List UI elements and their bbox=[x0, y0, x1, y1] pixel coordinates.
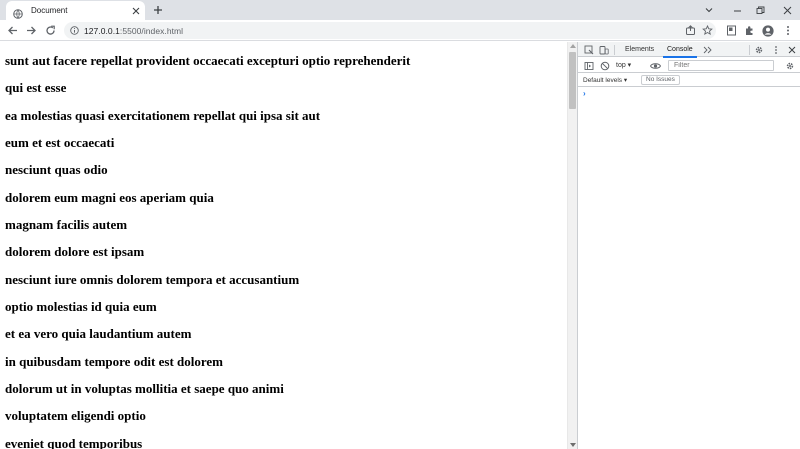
issues-button[interactable]: No Issues bbox=[641, 75, 680, 85]
console-toolbar: top ▾ bbox=[578, 58, 800, 73]
scrollbar-thumb[interactable] bbox=[569, 52, 576, 109]
tab-divider bbox=[749, 45, 750, 55]
console-filter-input[interactable] bbox=[668, 60, 774, 71]
url-host: 127.0.0.1 bbox=[84, 25, 120, 36]
bookmark-star-icon[interactable] bbox=[701, 24, 714, 37]
post-title-heading: et ea vero quia laudantium autem bbox=[5, 326, 192, 342]
settings-gear-icon[interactable] bbox=[753, 44, 764, 55]
heading-list: sunt aut facere repellat provident occae… bbox=[0, 42, 567, 449]
tab-strip: Document bbox=[0, 0, 800, 20]
post-title-heading: nesciunt quas odio bbox=[5, 162, 108, 178]
devtools-menu-icon[interactable] bbox=[770, 44, 781, 55]
close-devtools-icon[interactable] bbox=[786, 44, 797, 55]
tab-divider bbox=[614, 45, 615, 55]
devtools-tab-bar: Elements Console bbox=[578, 42, 800, 58]
log-levels-dropdown[interactable]: Default levels ▾ bbox=[583, 75, 627, 86]
console-settings-gear-icon[interactable] bbox=[784, 60, 795, 71]
tab-search-icon[interactable] bbox=[702, 3, 716, 17]
console-prompt[interactable]: › bbox=[583, 89, 586, 98]
post-title-heading: eveniet quod temporibus bbox=[5, 435, 143, 449]
post-title-heading: nesciunt iure omnis dolorem tempora et a… bbox=[5, 271, 300, 287]
profile-avatar-icon[interactable] bbox=[761, 24, 774, 37]
post-title-heading: qui est esse bbox=[5, 80, 67, 96]
info-icon[interactable] bbox=[69, 26, 79, 36]
post-title-heading: dolorem dolore est ipsam bbox=[5, 244, 145, 260]
console-levels-bar: Default levels ▾ No Issues bbox=[578, 74, 800, 87]
page-viewport: sunt aut facere repellat provident occae… bbox=[0, 42, 567, 449]
post-title-heading: dolorem eum magni eos aperiam quia bbox=[5, 189, 214, 205]
scroll-up-arrow-icon[interactable] bbox=[570, 44, 576, 48]
page-scrollbar[interactable] bbox=[567, 42, 577, 449]
browser-tab[interactable]: Document bbox=[6, 1, 145, 20]
post-title-heading: ea molestias quasi exercitationem repell… bbox=[5, 107, 321, 123]
new-tab-icon[interactable] bbox=[151, 3, 165, 17]
sidebar-toggle-icon[interactable] bbox=[583, 60, 594, 71]
tab-console[interactable]: Console bbox=[663, 44, 697, 58]
post-title-heading: optio molestias id quia eum bbox=[5, 299, 157, 315]
close-tab-icon[interactable] bbox=[131, 6, 141, 16]
context-value: top bbox=[616, 62, 626, 69]
close-window-icon[interactable] bbox=[780, 3, 794, 17]
post-title-heading: magnam facilis autem bbox=[5, 217, 128, 233]
scroll-down-arrow-icon[interactable] bbox=[570, 443, 576, 447]
post-title-heading: eum et est occaecati bbox=[5, 135, 115, 151]
inspect-element-icon[interactable] bbox=[583, 44, 594, 55]
reload-icon[interactable] bbox=[44, 24, 57, 37]
devtools-panel: Elements Console top ▾ Defau bbox=[577, 42, 800, 449]
device-toggle-icon[interactable] bbox=[598, 44, 609, 55]
reading-list-icon[interactable] bbox=[725, 24, 738, 37]
url-path: :5500/index.html bbox=[119, 25, 184, 36]
post-title-heading: in quibusdam tempore odit est dolorem bbox=[5, 353, 224, 369]
minimize-icon[interactable] bbox=[730, 3, 744, 17]
forward-arrow-icon[interactable] bbox=[25, 24, 38, 37]
share-icon[interactable] bbox=[684, 24, 697, 37]
more-tabs-chevron-icon[interactable] bbox=[702, 44, 713, 55]
browser-toolbar: 127.0.0.1:5500/index.html bbox=[0, 20, 800, 41]
post-title-heading: voluptatem eligendi optio bbox=[5, 408, 146, 424]
menu-kebab-icon[interactable] bbox=[781, 24, 794, 37]
post-title-heading: sunt aut facere repellat provident occae… bbox=[5, 53, 411, 68]
live-expression-eye-icon[interactable] bbox=[650, 60, 661, 71]
extensions-puzzle-icon[interactable] bbox=[743, 24, 756, 37]
url-text: 127.0.0.1:5500/index.html bbox=[84, 26, 183, 36]
log-levels-label: Default levels bbox=[583, 77, 623, 84]
back-arrow-icon[interactable] bbox=[6, 24, 19, 37]
post-title-heading: dolorum ut in voluptas mollitia et saepe… bbox=[5, 381, 284, 397]
tab-title: Document bbox=[31, 6, 68, 15]
clear-console-icon[interactable] bbox=[599, 60, 610, 71]
restore-icon[interactable] bbox=[753, 3, 767, 17]
address-bar[interactable]: 127.0.0.1:5500/index.html bbox=[64, 22, 716, 39]
tab-elements[interactable]: Elements bbox=[625, 44, 654, 56]
globe-icon bbox=[13, 6, 23, 19]
context-selector[interactable]: top ▾ bbox=[616, 60, 631, 71]
